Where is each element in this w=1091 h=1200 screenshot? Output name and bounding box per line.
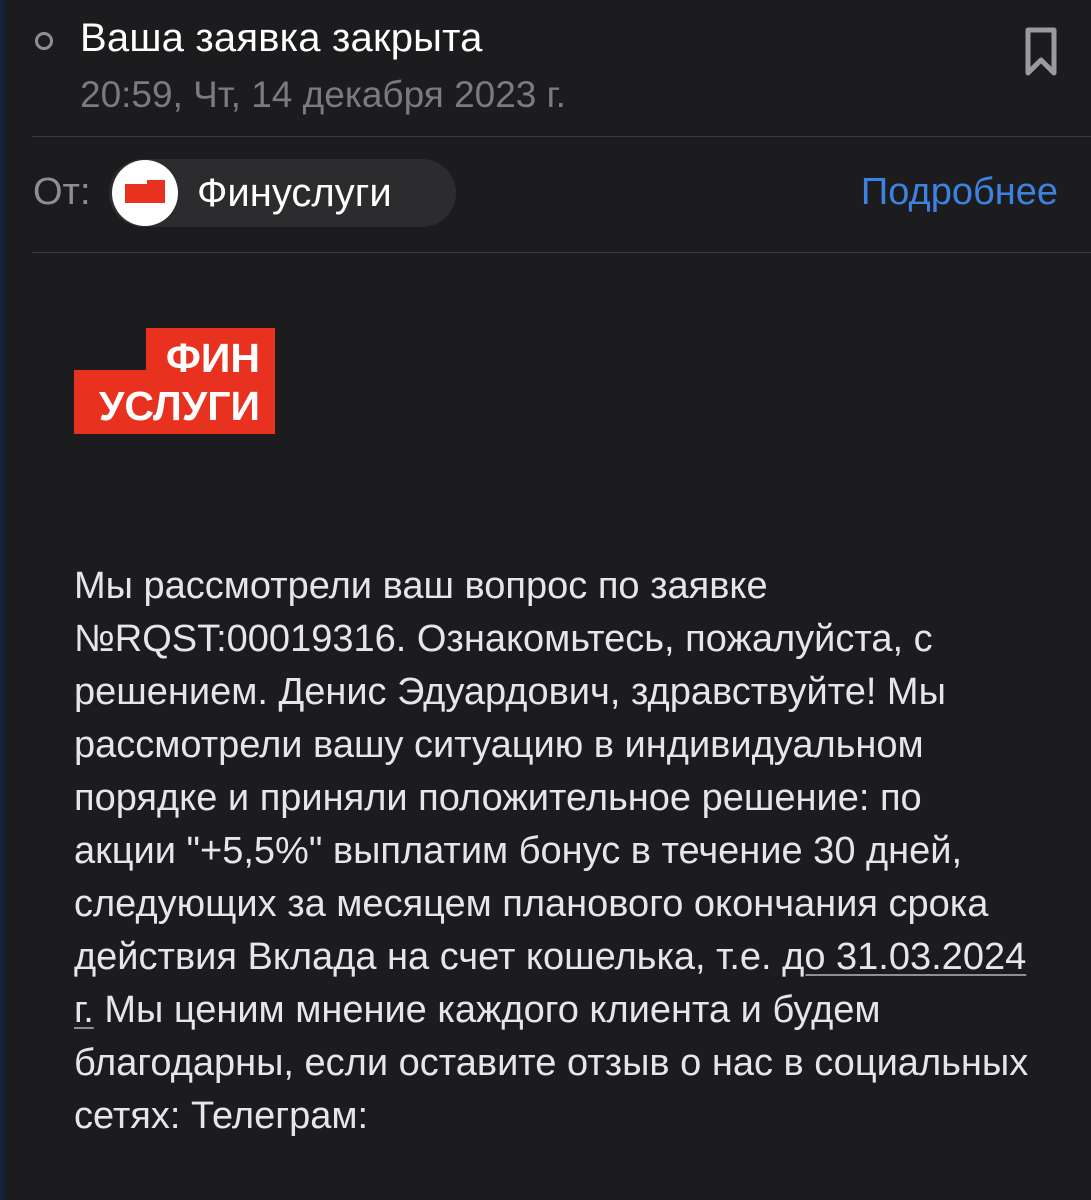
header-divider xyxy=(32,136,1091,137)
logo-line-2: УСЛУГИ xyxy=(99,383,260,429)
bookmark-icon[interactable] xyxy=(1024,27,1058,77)
from-label: От: xyxy=(33,171,91,213)
finuslugi-brand-logo: ФИН УСЛУГИ xyxy=(74,328,275,434)
finuslugi-logo-icon xyxy=(112,160,178,226)
sender-divider xyxy=(32,252,1091,253)
sender-name: Финуслуги xyxy=(197,171,392,215)
unread-dot-icon[interactable] xyxy=(35,32,53,50)
message-subject: Ваша заявка закрыта xyxy=(80,16,483,60)
message-date: 20:59, Чт, 14 декабря 2023 г. xyxy=(80,74,566,115)
body-text-intro: Мы рассмотрели ваш вопрос по заявке №RQS… xyxy=(74,565,989,978)
body-text-outro: Мы ценим мнение каждого клиента и будем … xyxy=(74,989,1029,1137)
mail-screen: Ваша заявка закрыта 20:59, Чт, 14 декабр… xyxy=(0,0,1091,1200)
message-body: Мы рассмотрели ваш вопрос по заявке №RQS… xyxy=(74,560,1034,1143)
details-link[interactable]: Подробнее xyxy=(861,171,1058,214)
logo-line-1: ФИН xyxy=(166,335,260,381)
sender-chip[interactable]: Финуслуги xyxy=(109,159,456,227)
